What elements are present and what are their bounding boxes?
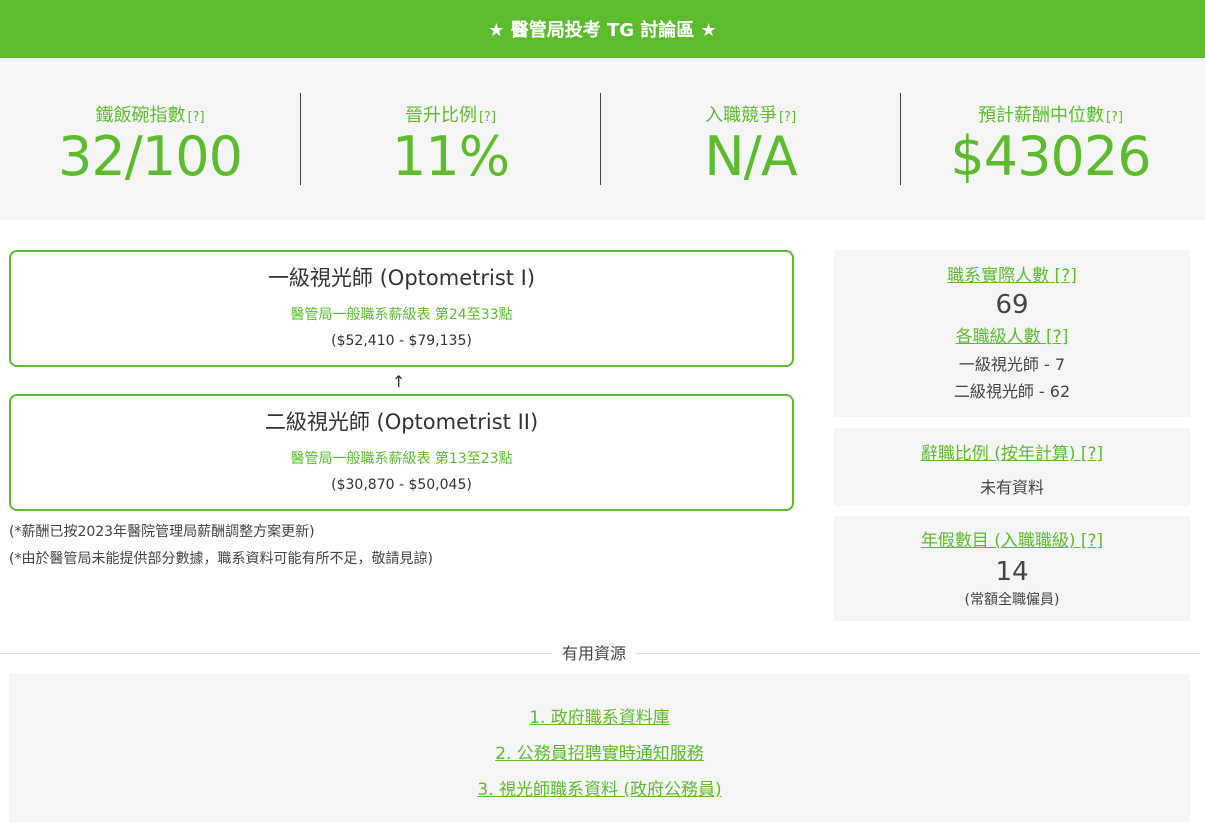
stat-median-salary: 預計薪酬中位數 [?] $43026 — [900, 93, 1200, 188]
resource-link-job-database[interactable]: 1. 政府職系資料庫 — [9, 700, 1190, 736]
headcount-card: 職系實際人數 [?] 69 各職級人數 [?] 一級視光師 - 7 二級視光師 … — [834, 250, 1190, 417]
promotion-arrow-icon: ↑ — [392, 372, 406, 391]
rank-card-optometrist-2: 二級視光師 (Optometrist II) 醫管局一般職系薪級表 第13至23… — [9, 394, 794, 511]
annual-leave-value: 14 — [995, 557, 1029, 587]
help-link[interactable]: [?] — [187, 110, 204, 125]
per-rank-count: 一級視光師 - 7 — [958, 355, 1066, 374]
annual-leave-link[interactable]: 年假數目 (入職職級) [?] — [834, 526, 1190, 551]
stat-label: 鐵飯碗指數 — [95, 105, 186, 126]
stat-value: 32/100 — [58, 125, 243, 188]
resources-panel: 1. 政府職系資料庫 2. 公務員招聘實時通知服務 3. 視光師職系資料 (政府… — [9, 674, 1190, 822]
rank-title: 二級視光師 (Optometrist II) — [264, 410, 539, 434]
stat-value: N/A — [704, 125, 798, 188]
per-rank-link[interactable]: 各職級人數 [?] — [834, 322, 1190, 347]
stat-value: $43026 — [950, 125, 1151, 188]
data-disclaimer-note: (*由於醫管局未能提供部分數據，職系資料可能有所不足，敬請見諒) — [9, 551, 433, 567]
stats-band: 鐵飯碗指數 [?] 32/100 晉升比例 [?] 11% 入職競爭 [?] N/A … — [0, 58, 1205, 220]
resources-heading: 有用資源 — [552, 640, 637, 664]
per-rank-count: 二級視光師 - 62 — [953, 382, 1071, 401]
resignation-rate-value: 未有資料 — [979, 478, 1044, 497]
rank-card-optometrist-1: 一級視光師 (Optometrist I) 醫管局一般職系薪級表 第24至33點… — [9, 250, 794, 367]
stat-promotion-ratio: 晉升比例 [?] 11% — [300, 93, 600, 188]
annual-leave-card: 年假數目 (入職職級) [?] 14 (常額全職僱員) — [834, 516, 1190, 621]
stat-label: 晉升比例 — [404, 105, 477, 126]
stat-job-security: 鐵飯碗指數 [?] 32/100 — [0, 93, 300, 188]
resignation-card: 辭職比例 (按年計算) [?] 未有資料 — [834, 428, 1190, 506]
help-link[interactable]: [?] — [779, 110, 796, 125]
banner-title: ★ 醫管局投考 TG 討論區 ★ — [488, 20, 717, 41]
rank-title: 一級視光師 (Optometrist I) — [267, 266, 536, 290]
stat-value: 11% — [391, 125, 510, 188]
stat-label: 預計薪酬中位數 — [977, 105, 1104, 126]
resource-link-optometrist-grade-info[interactable]: 3. 視光師職系資料 (政府公務員) — [9, 772, 1190, 808]
resources-divider: 有用資源 — [0, 640, 1200, 664]
help-link[interactable]: [?] — [1106, 110, 1123, 125]
headcount-link[interactable]: 職系實際人數 [?] — [834, 261, 1190, 286]
rank-pay-scale: 醫管局一般職系薪級表 第24至33點 — [290, 307, 513, 323]
rank-pay-scale: 醫管局一般職系薪級表 第13至23點 — [290, 451, 513, 467]
site-banner[interactable]: ★ 醫管局投考 TG 討論區 ★ — [0, 0, 1205, 58]
resignation-rate-link[interactable]: 辭職比例 (按年計算) [?] — [834, 439, 1190, 464]
rank-salary-range: ($30,870 - $50,045) — [331, 477, 472, 493]
stat-entry-competition: 入職競爭 [?] N/A — [600, 93, 900, 188]
annual-leave-note: (常額全職僱員) — [964, 592, 1060, 608]
salary-update-note: (*薪酬已按2023年醫院管理局薪酬調整方案更新) — [9, 524, 315, 540]
rank-salary-range: ($52,410 - $79,135) — [331, 333, 472, 349]
resource-link-recruitment-alerts[interactable]: 2. 公務員招聘實時通知服務 — [9, 736, 1190, 772]
headcount-value: 69 — [995, 290, 1029, 320]
help-link[interactable]: [?] — [479, 110, 496, 125]
stat-label: 入職競爭 — [704, 105, 777, 126]
